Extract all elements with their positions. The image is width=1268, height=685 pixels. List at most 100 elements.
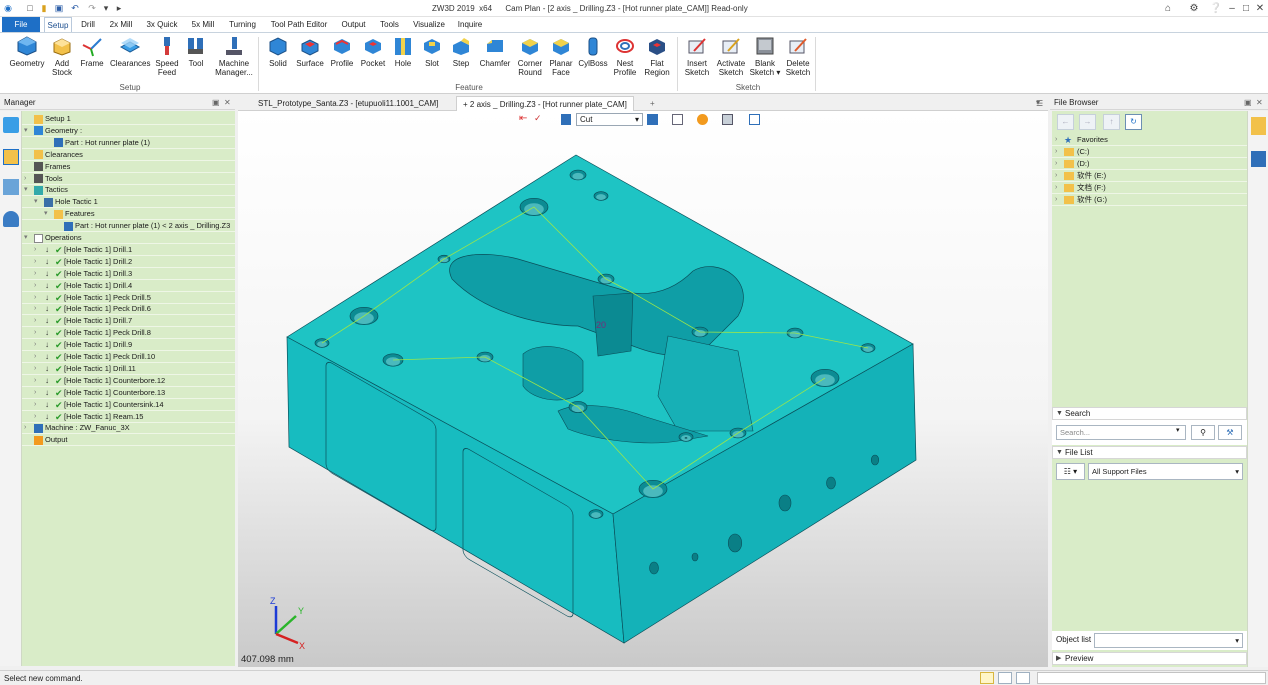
tree-operation[interactable]: › ↓ ✔ [Hole Tactic 1] Counterbore.13 [22,387,235,399]
expand-toggle-icon[interactable]: › [1055,170,1057,182]
tree-operation[interactable]: › ↓ ✔ [Hole Tactic 1] Ream.15 [22,411,235,423]
home-icon[interactable]: ⌂ [1161,2,1175,15]
expand-toggle-icon[interactable]: ▾ [34,196,38,208]
expand-toggle-icon[interactable]: › [34,327,36,339]
redo-icon[interactable]: ↷ [86,2,98,15]
restore-button[interactable]: □ [1239,2,1253,15]
close-button[interactable]: ✕ [1253,2,1267,15]
expand-toggle-icon[interactable]: › [34,244,36,256]
expand-toggle-icon[interactable]: › [34,280,36,292]
view-cube-icon[interactable] [647,114,658,125]
geometry-button[interactable]: Geometry [9,35,45,83]
undo-icon[interactable]: ↶ [69,2,81,15]
advanced-search-icon[interactable]: ⚒ [1218,425,1242,440]
tree-operation[interactable]: › ↓ ✔ [Hole Tactic 1] Drill.4 [22,280,235,292]
expand-toggle-icon[interactable]: ▾ [24,184,28,196]
back-arrow-icon[interactable]: ← [1057,114,1074,130]
tree-setup[interactable]: Setup 1 [22,113,235,125]
search-icon[interactable]: ⚲ [1191,425,1215,440]
help-icon[interactable]: ❔ [1209,2,1223,15]
tree-part[interactable]: Part : Hot runner plate (1) [22,137,235,149]
tree-operation[interactable]: › ↓ ✔ [Hole Tactic 1] Drill.7 [22,315,235,328]
solid-button[interactable]: Solid [260,35,296,83]
tree-operation[interactable]: › ↓ ✔ [Hole Tactic 1] Countersink.14 [22,399,235,411]
tree-operation[interactable]: › ↓ ✔ [Hole Tactic 1] Drill.9 [22,339,235,352]
qa-customize-icon[interactable]: ▾ [100,2,112,15]
tree-operation[interactable]: › ↓ ✔ [Hole Tactic 1] Drill.11 [22,363,235,375]
tree-frames[interactable]: Frames [22,161,235,173]
user-icon[interactable] [3,211,19,227]
expand-toggle-icon[interactable]: › [34,303,36,315]
tree-hole-tactic[interactable]: ▾ Hole Tactic 1 [22,196,235,209]
forward-arrow-icon[interactable]: → [1079,114,1096,130]
expand-toggle-icon[interactable]: › [1055,146,1057,158]
expand-toggle-icon[interactable]: › [34,411,36,423]
delete-sketch-button[interactable]: Delete Sketch [780,35,816,83]
expand-toggle-icon[interactable]: › [1055,158,1057,170]
pick-icon[interactable]: ✓ [534,113,542,124]
object-list-select[interactable]: ▾ [1094,633,1243,648]
tab-3x-quick[interactable]: 3x Quick [143,17,181,32]
step-button[interactable]: Step [443,35,479,83]
tab-tools[interactable]: Tools [376,17,403,32]
expand-toggle-icon[interactable]: › [34,387,36,399]
tab-drill[interactable]: Drill [77,17,99,32]
minimize-button[interactable]: – [1225,2,1239,15]
file-browser-tab-icon[interactable] [1251,117,1266,135]
close-panel-icon[interactable]: ✕ [224,96,231,110]
preview-section-header[interactable]: ▶ Preview [1052,652,1247,665]
insert-sketch-button[interactable]: Insert Sketch [679,35,715,83]
search-section-header[interactable]: ▼ Search [1052,407,1247,420]
pick-filter-select[interactable]: Cut ▾ [576,113,643,126]
planar-face-button[interactable]: Planar Face [543,35,579,83]
drive-item[interactable]: › (D:) [1052,158,1247,170]
tree-operation[interactable]: › ↓ ✔ [Hole Tactic 1] Peck Drill.6 [22,303,235,316]
search-input[interactable]: Search... [1056,425,1186,440]
tree-tactics[interactable]: ▾ Tactics [22,184,235,197]
save-icon[interactable]: ▣ [53,2,65,15]
tree-feature-part[interactable]: Part : Hot runner plate (1) < 2 axis _ D… [22,220,235,233]
drive-item[interactable]: › 软件 (E:) [1052,170,1247,182]
tab-visualize[interactable]: Visualize [410,17,448,32]
expand-toggle-icon[interactable]: › [1055,182,1057,194]
drive-item[interactable]: › 软件 (G:) [1052,194,1247,206]
tree-operation[interactable]: › ↓ ✔ [Hole Tactic 1] Drill.2 [22,256,235,268]
favorites-item[interactable]: › ★ Favorites [1052,134,1247,146]
tree-tools[interactable]: › Tools [22,173,235,185]
drive-item[interactable]: › (C:) [1052,146,1247,158]
3d-viewport[interactable]: 20 Z Y X [238,111,1048,667]
expand-toggle-icon[interactable]: › [34,375,36,387]
pin-icon[interactable]: ▣ [1244,96,1252,110]
part-model[interactable]: 20 Z Y X [238,111,1048,667]
tab-2x-mill[interactable]: 2x Mill [106,17,136,32]
activate-sketch-button[interactable]: Activate Sketch [713,35,749,83]
tree-clearances[interactable]: Clearances [22,149,235,161]
tree-operation[interactable]: › ↓ ✔ [Hole Tactic 1] Drill.3 [22,268,235,280]
tree-operations[interactable]: ▾ Operations [22,232,235,244]
view-mode-icon[interactable]: ☷ ▾ [1056,463,1085,480]
status-toggle-2-icon[interactable] [998,672,1012,684]
nest-profile-button[interactable]: Nest Profile [607,35,643,83]
new-tab-button[interactable]: + [644,96,661,111]
tool-button[interactable]: Tool [178,35,214,83]
wireframe-icon[interactable] [672,114,683,125]
expand-toggle-icon[interactable]: › [24,173,26,185]
qa-more-icon[interactable]: ▸ [113,2,125,15]
surface-button[interactable]: Surface [292,35,328,83]
expand-toggle-icon[interactable]: › [1055,134,1057,146]
library-tab-icon[interactable] [1251,151,1266,167]
pin-icon[interactable]: ▣ [212,96,220,110]
expand-toggle-icon[interactable]: ▾ [24,125,28,137]
section-view-icon[interactable] [749,114,760,125]
tree-output[interactable]: Output [22,434,235,447]
cylboss-button[interactable]: CylBoss [575,35,611,83]
panel-menu-icon[interactable]: ☰ [1036,99,1043,108]
exit-icon[interactable]: ⇤ [519,113,527,124]
settings-gear-icon[interactable]: ⚙ [1187,2,1201,15]
tab-tool-path-editor[interactable]: Tool Path Editor [268,17,330,32]
close-panel-icon[interactable]: ✕ [1256,96,1263,110]
new-file-icon[interactable]: □ [24,2,36,15]
tab-file[interactable]: File [2,17,40,32]
tree-geometry[interactable]: ▾ Geometry : [22,125,235,137]
expand-toggle-icon[interactable]: › [34,256,36,268]
